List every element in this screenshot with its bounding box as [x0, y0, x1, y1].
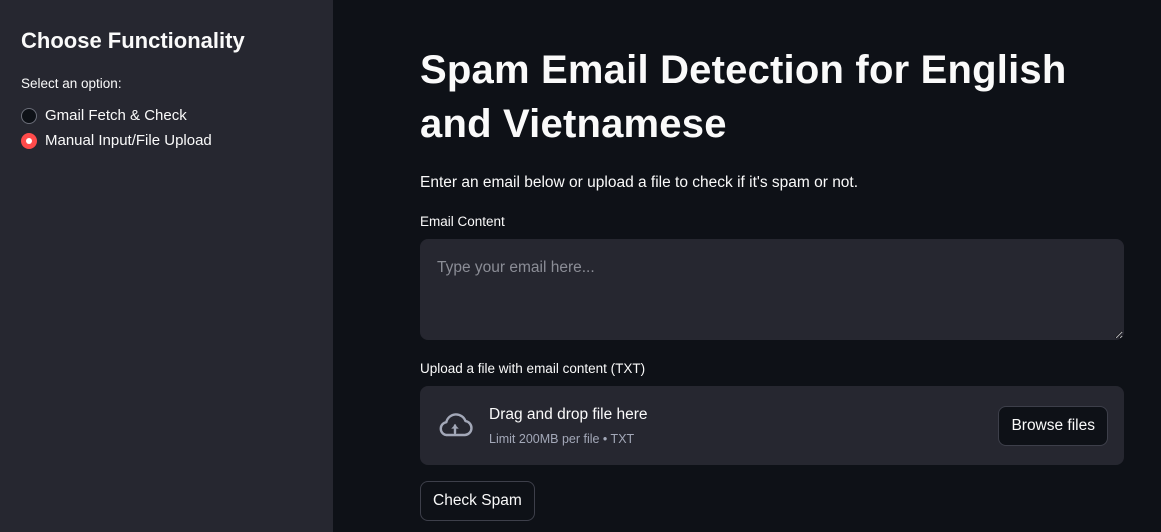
dropzone-text: Drag and drop file here Limit 200MB per … — [489, 405, 998, 447]
radio-option-label: Gmail Fetch & Check — [45, 106, 187, 124]
radio-option-label: Manual Input/File Upload — [45, 131, 212, 149]
main-content: Spam Email Detection for English and Vie… — [420, 0, 1124, 521]
browse-files-button[interactable]: Browse files — [998, 405, 1108, 446]
check-spam-button[interactable]: Check Spam — [420, 481, 535, 521]
email-content-textarea[interactable] — [420, 239, 1124, 340]
cloud-upload-icon — [436, 411, 474, 441]
app-root: Choose Functionality Select an option: G… — [0, 0, 1161, 532]
email-content-label: Email Content — [420, 214, 505, 229]
radio-option-manual-input[interactable]: Manual Input/File Upload — [21, 128, 312, 153]
intro-text: Enter an email below or upload a file to… — [420, 174, 859, 191]
dropzone-instructions: Drag and drop file here — [489, 405, 648, 423]
radio-button-unchecked-icon[interactable] — [21, 107, 37, 124]
radio-group-label: Select an option: — [21, 76, 122, 91]
functionality-radio-group: Gmail Fetch & Check Manual Input/File Up… — [21, 103, 312, 153]
file-dropzone[interactable]: Drag and drop file here Limit 200MB per … — [420, 386, 1124, 465]
sidebar-title: Choose Functionality — [21, 28, 245, 53]
sidebar: Choose Functionality Select an option: G… — [0, 0, 333, 532]
radio-button-checked-icon[interactable] — [21, 132, 37, 149]
radio-option-gmail-fetch[interactable]: Gmail Fetch & Check — [21, 103, 312, 128]
file-upload-label: Upload a file with email content (TXT) — [420, 361, 646, 376]
dropzone-limit: Limit 200MB per file • TXT — [489, 431, 635, 446]
page-title: Spam Email Detection for English and Vie… — [420, 48, 1067, 146]
